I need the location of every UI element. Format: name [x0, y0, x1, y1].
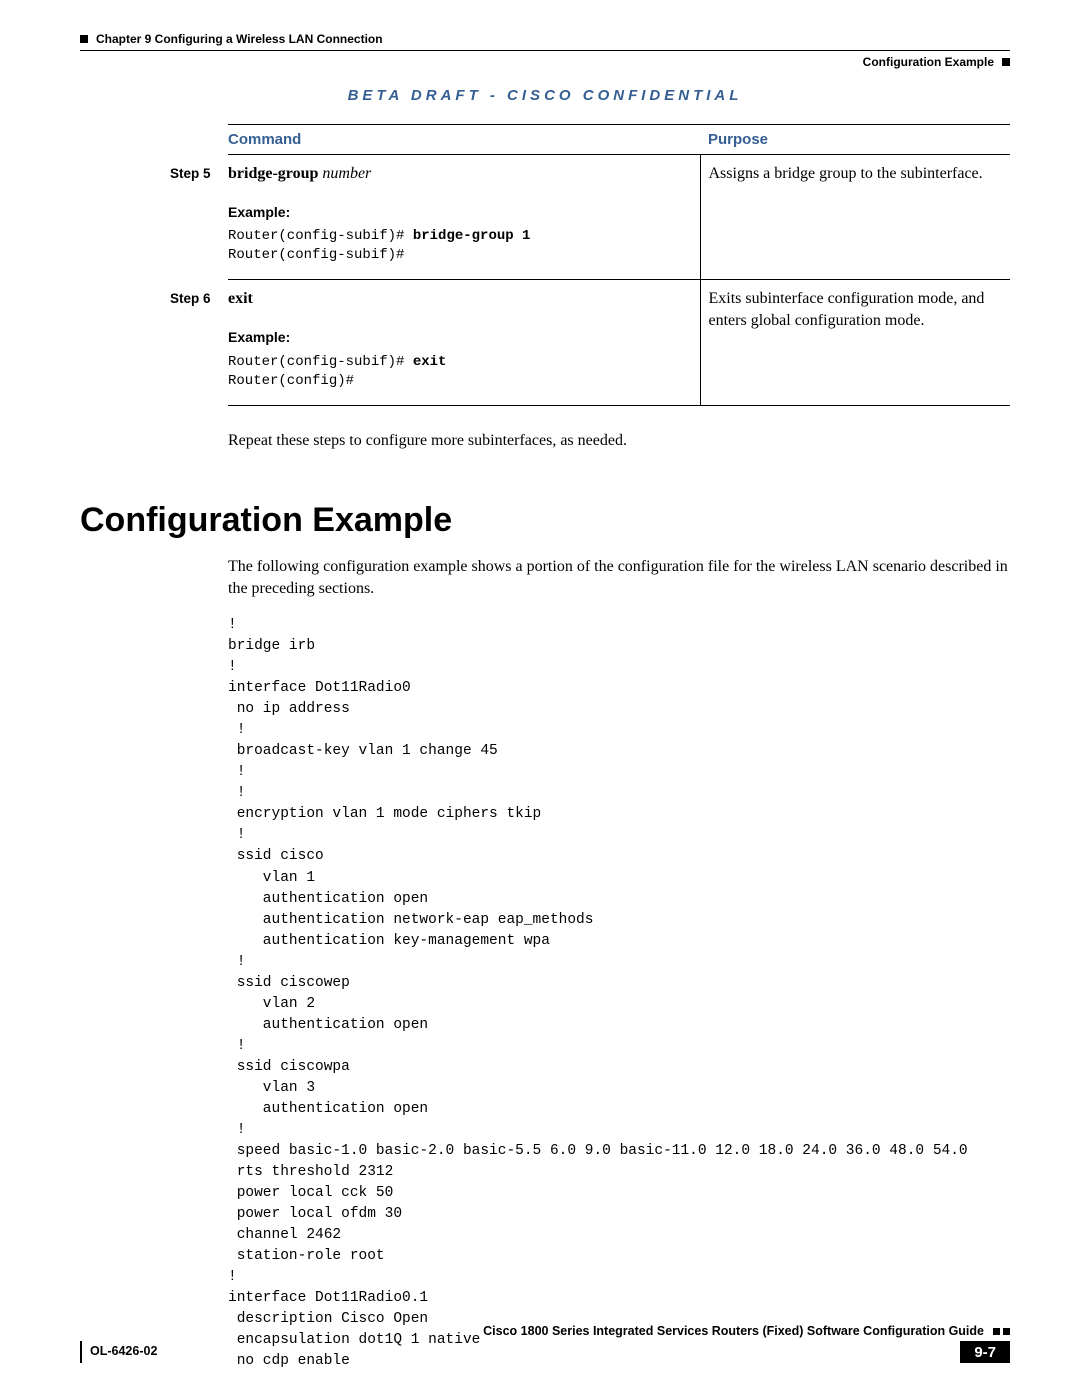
step-label: Step 6 [170, 280, 228, 405]
command-table: Command Purpose Step 5 bridge-group numb… [170, 124, 1010, 406]
command-cell: exit Example: Router(config-subif)# exit… [228, 280, 700, 405]
config-block: ! bridge irb ! interface Dot11Radio0 no … [228, 615, 1010, 1372]
th-command: Command [228, 125, 700, 155]
header-marker-icon [80, 35, 88, 43]
purpose-cell: Exits subinterface configuration mode, a… [700, 280, 1010, 405]
footer-book-title: Cisco 1800 Series Integrated Services Ro… [483, 1324, 984, 1338]
footer-page-number: 9-7 [960, 1341, 1010, 1363]
chapter-label: Chapter 9 Configuring a Wireless LAN Con… [96, 32, 383, 46]
footer-box-icon [993, 1328, 1000, 1335]
repeat-note: Repeat these steps to configure more sub… [228, 430, 1010, 452]
th-purpose: Purpose [700, 125, 1010, 155]
command-cell: bridge-group number Example: Router(conf… [228, 155, 700, 280]
cmd-arg: number [318, 165, 371, 182]
header-section-marker-icon [1002, 58, 1010, 66]
section-intro: The following configuration example show… [228, 556, 1010, 599]
header-rule [80, 50, 1010, 51]
confidential-banner: BETA DRAFT - CISCO CONFIDENTIAL [80, 87, 1010, 104]
example-code: Router(config-subif)# bridge-group 1 Rou… [228, 227, 692, 265]
example-label: Example: [228, 203, 692, 222]
cmd-bold: bridge-group [228, 165, 318, 182]
page-footer: Cisco 1800 Series Integrated Services Ro… [80, 1324, 1010, 1363]
table-row: Step 5 bridge-group number Example: Rout… [170, 155, 1010, 280]
purpose-cell: Assigns a bridge group to the subinterfa… [700, 155, 1010, 280]
example-label: Example: [228, 328, 692, 347]
section-heading: Configuration Example [80, 501, 1010, 540]
table-row: Step 6 exit Example: Router(config-subif… [170, 280, 1010, 405]
footer-docnum: OL-6426-02 [82, 1341, 960, 1363]
example-code: Router(config-subif)# exit Router(config… [228, 353, 692, 391]
header-section: Configuration Example [863, 55, 994, 69]
cmd-bold: exit [228, 290, 253, 307]
step-label: Step 5 [170, 155, 228, 280]
footer-box-icon [1003, 1328, 1010, 1335]
